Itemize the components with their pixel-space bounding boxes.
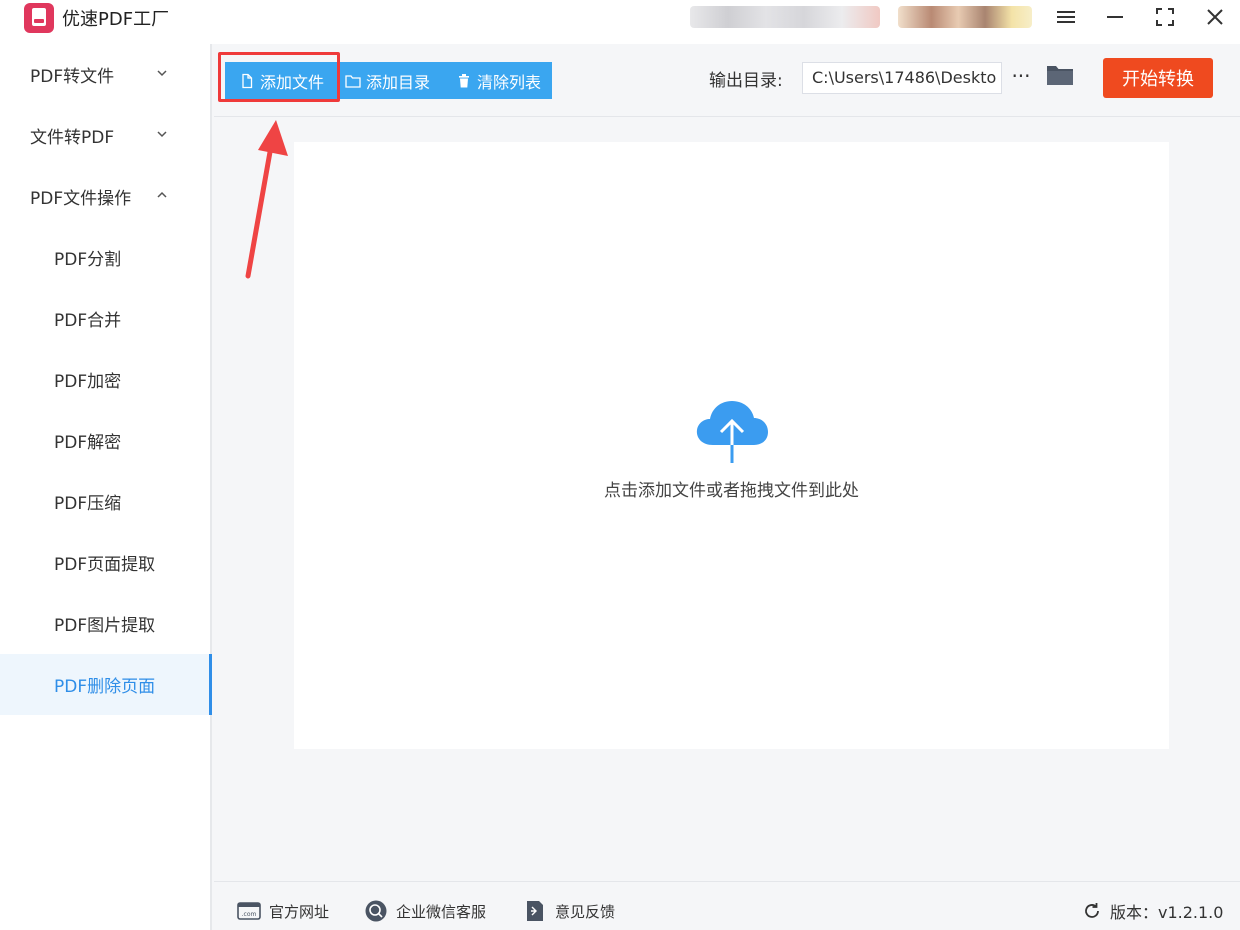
output-dir-field[interactable]: C:\Users\17486\Deskto <box>802 62 1002 94</box>
wechat-support-label: 企业微信客服 <box>396 902 487 921</box>
svg-text:.com: .com <box>242 911 257 918</box>
clear-list-label: 清除列表 <box>477 72 542 92</box>
official-website-link[interactable]: .com 官方网址 <box>237 900 329 922</box>
sidebar-item-pdf-encrypt[interactable]: PDF加密 <box>0 349 210 410</box>
app-title: 优速PDF工厂 <box>62 9 170 30</box>
add-folder-button[interactable]: 添加目录 <box>336 62 450 99</box>
folder-outline-icon <box>345 74 361 88</box>
add-folder-label: 添加目录 <box>366 72 431 92</box>
blurred-avatar <box>898 6 1032 28</box>
clear-list-button[interactable]: 清除列表 <box>450 62 552 99</box>
sidebar-item-pdf-merge[interactable]: PDF合并 <box>0 288 210 349</box>
version-info[interactable]: 版本：v1.2.1.0 <box>1082 899 1223 923</box>
sidebar-group-file-to-pdf[interactable]: 文件转PDF <box>0 105 210 166</box>
menu-icon[interactable] <box>1052 4 1080 30</box>
version-label: 版本：v1.2.1.0 <box>1110 903 1224 922</box>
chat-support-icon <box>365 900 387 922</box>
sidebar-item-label: PDF压缩 <box>54 494 122 514</box>
sidebar-item-label: PDF合并 <box>54 311 122 331</box>
refresh-icon <box>1085 903 1099 918</box>
sidebar-group-pdf-operations[interactable]: PDF文件操作 <box>0 166 210 227</box>
chevron-down-icon <box>157 131 167 138</box>
chevron-down-icon <box>157 70 167 77</box>
annotation-arrow-icon <box>245 120 288 279</box>
sidebar-group-pdf-to-file[interactable]: PDF转文件 <box>0 44 210 105</box>
sidebar-item-label: PDF加密 <box>54 372 122 392</box>
sidebar: PDF转文件 文件转PDF PDF文件操作 PDF分割 PDF合并 PDF加密 … <box>0 44 212 930</box>
drop-hint-text: 点击添加文件或者拖拽文件到此处 <box>604 481 859 501</box>
sidebar-item-label: PDF删除页面 <box>54 677 156 697</box>
sidebar-item-pdf-compress[interactable]: PDF压缩 <box>0 471 210 532</box>
sidebar-item-label: PDF页面提取 <box>54 555 156 575</box>
sidebar-group-label: PDF文件操作 <box>30 189 132 209</box>
sidebar-item-label: PDF图片提取 <box>54 616 156 636</box>
trash-icon <box>459 73 469 87</box>
wechat-support-link[interactable]: 企业微信客服 <box>364 900 486 922</box>
app-logo-icon <box>24 3 54 33</box>
output-dir-label: 输出目录: <box>709 71 783 91</box>
sidebar-group-label: PDF转文件 <box>30 67 115 87</box>
title-bar: 优速PDF工厂 <box>0 0 1240 44</box>
feedback-label: 意见反馈 <box>555 902 616 921</box>
sidebar-item-pdf-delete-pages[interactable]: PDF删除页面 <box>0 654 212 715</box>
website-icon: .com <box>237 902 261 920</box>
close-icon[interactable] <box>1201 4 1229 30</box>
feedback-icon <box>527 901 543 921</box>
minimize-icon[interactable] <box>1101 4 1129 30</box>
feedback-link[interactable]: 意见反馈 <box>523 900 615 922</box>
sidebar-item-pdf-decrypt[interactable]: PDF解密 <box>0 410 210 471</box>
sidebar-item-label: PDF解密 <box>54 433 122 453</box>
start-convert-button[interactable]: 开始转换 <box>1103 58 1213 98</box>
maximize-icon[interactable] <box>1151 4 1179 30</box>
blurred-account-info <box>690 6 880 28</box>
folder-icon[interactable] <box>1046 63 1074 89</box>
more-options-button[interactable]: ··· <box>1010 62 1032 92</box>
sidebar-item-label: PDF分割 <box>54 250 122 270</box>
highlight-annotation-box <box>218 52 340 102</box>
sidebar-group-label: 文件转PDF <box>30 128 115 148</box>
sidebar-item-pdf-extract-pages[interactable]: PDF页面提取 <box>0 532 210 593</box>
website-label: 官方网址 <box>269 902 330 921</box>
cloud-upload-icon <box>696 401 768 463</box>
chevron-up-icon <box>157 191 167 198</box>
sidebar-item-pdf-split[interactable]: PDF分割 <box>0 227 210 288</box>
sidebar-item-pdf-extract-images[interactable]: PDF图片提取 <box>0 593 210 654</box>
file-drop-zone[interactable]: 点击添加文件或者拖拽文件到此处 <box>294 142 1169 749</box>
toolbar-divider <box>214 116 1240 117</box>
footer-bar: .com 官方网址 企业微信客服 意见反馈 版本：v1.2.1.0 <box>214 881 1240 930</box>
